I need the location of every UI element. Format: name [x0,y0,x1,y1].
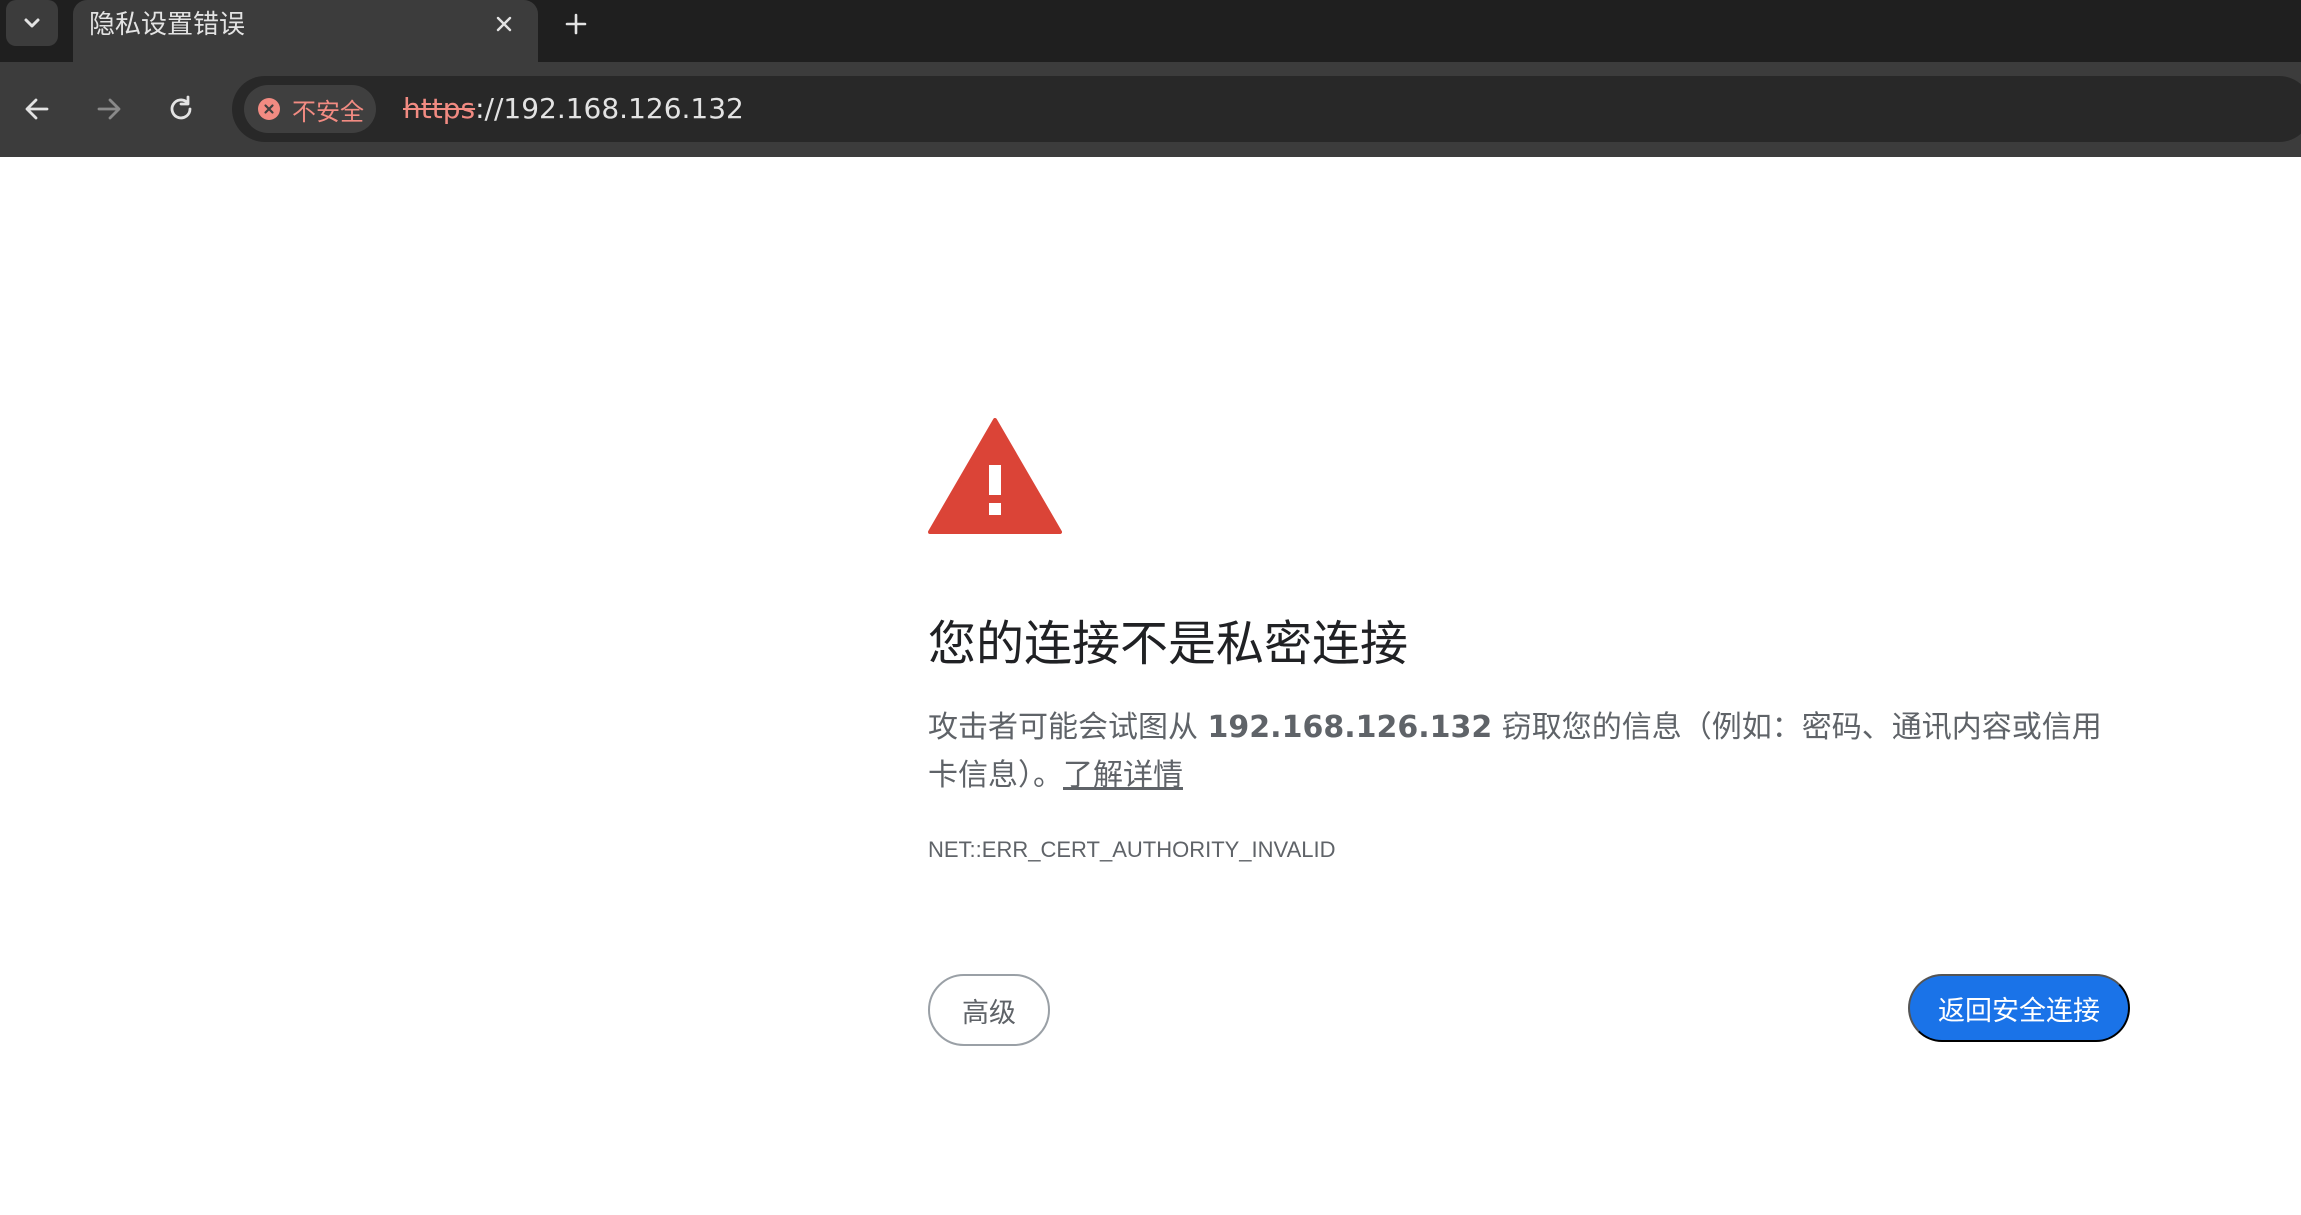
url-host: ://192.168.126.132 [475,92,744,125]
chevron-down-icon [24,18,40,28]
explanation-prefix: 攻击者可能会试图从 [928,710,1208,745]
forward-arrow-icon [97,98,121,120]
security-chip-label: 不安全 [292,97,364,126]
reload-button[interactable] [156,84,206,134]
error-explanation: 攻击者可能会试图从 192.168.126.132 窃取您的信息（例如：密码、通… [928,704,2128,800]
advanced-button[interactable]: 高级 [928,974,1050,1046]
url-text[interactable]: https://192.168.126.132 [403,92,744,126]
tab-search-button[interactable] [6,0,58,46]
page-title: 您的连接不是私密连接 [928,616,1409,672]
close-icon [496,16,512,32]
back-to-safety-button[interactable]: 返回安全连接 [1908,974,2130,1042]
plus-icon [565,13,587,35]
browser-toolbar: 不安全 https://192.168.126.132 [0,62,2301,157]
warning-triangle-icon [928,418,1062,534]
reload-icon [170,95,192,120]
new-tab-button[interactable] [556,4,596,44]
learn-more-link[interactable]: 了解详情 [1063,758,1183,793]
tab-close-button[interactable] [486,6,522,42]
url-scheme: https [403,92,476,125]
tab-privacy-error[interactable]: 隐私设置错误 [73,0,538,62]
tab-title: 隐私设置错误 [89,10,246,40]
error-icon [258,98,280,120]
host-name: 192.168.126.132 [1207,710,1493,745]
back-arrow-icon [25,98,49,120]
address-bar[interactable]: 不安全 https://192.168.126.132 [232,76,2301,142]
security-chip[interactable]: 不安全 [244,85,376,133]
error-code: NET::ERR_CERT_AUTHORITY_INVALID [928,837,1336,862]
back-button[interactable] [12,84,62,134]
forward-button[interactable] [84,84,134,134]
tab-strip: 隐私设置错误 [0,0,2301,62]
